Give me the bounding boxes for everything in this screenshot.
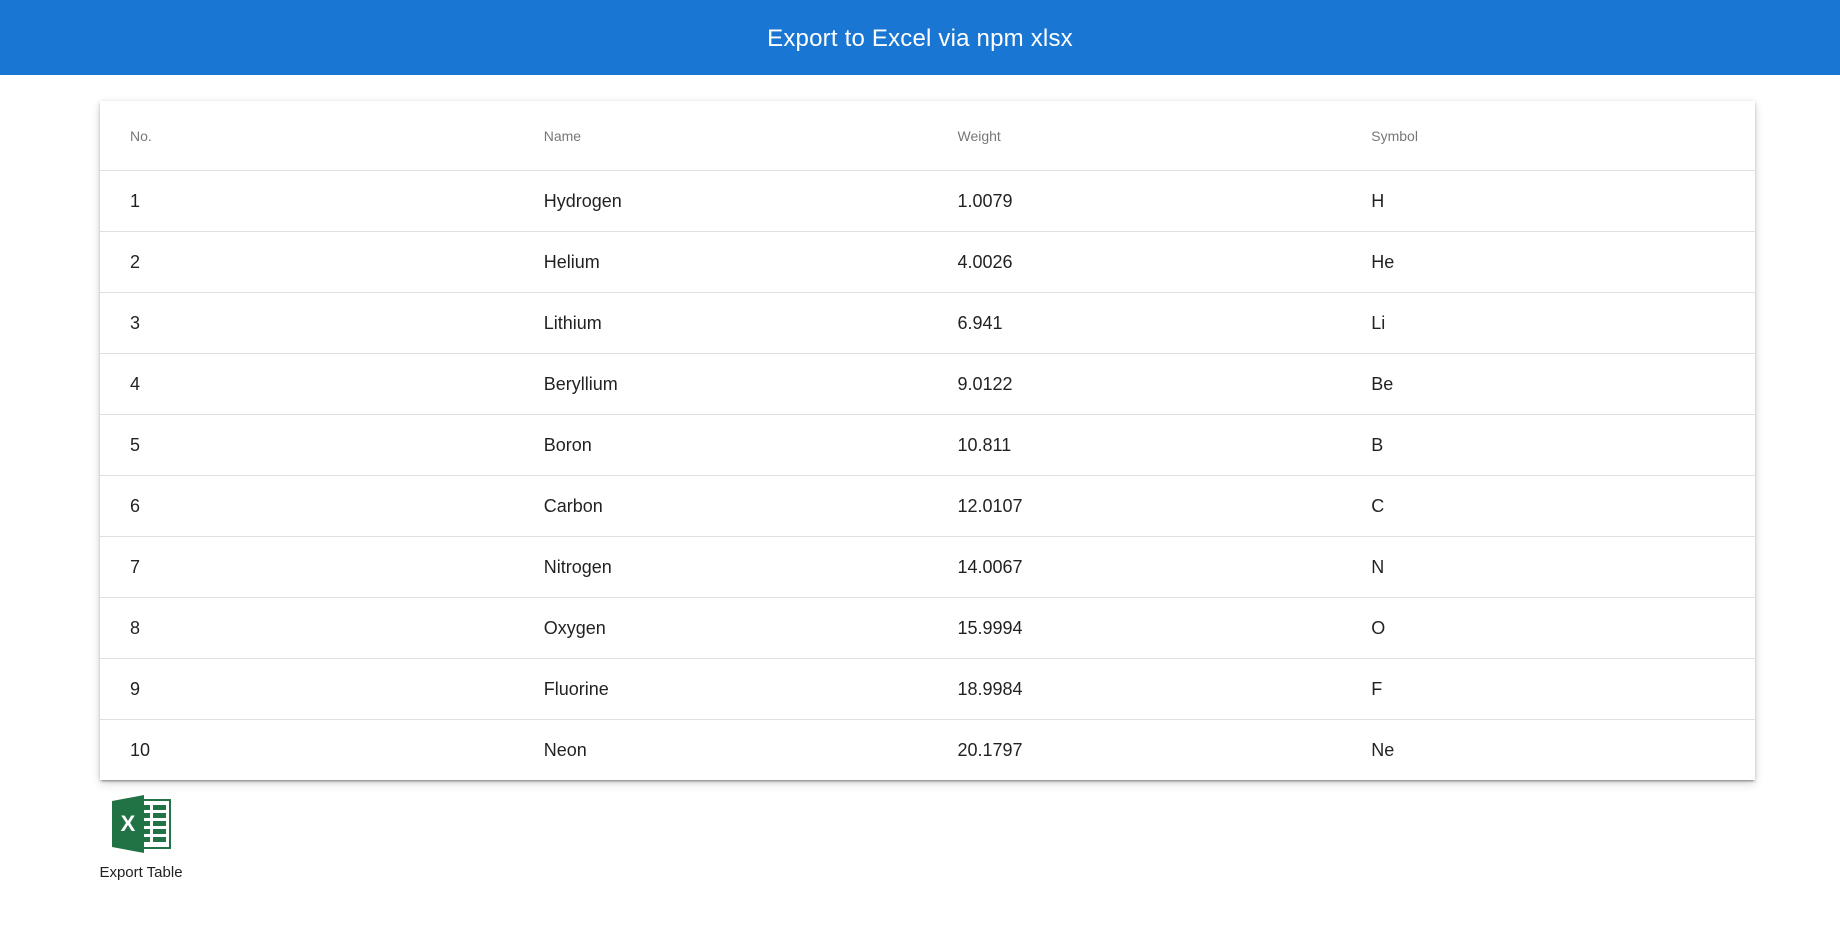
cell-name: Carbon [513, 475, 928, 537]
table-card: No. Name Weight Symbol 1 Hydrogen 1.0079… [100, 101, 1755, 780]
table-row: 4 Beryllium 9.0122 Be [100, 353, 1755, 415]
cell-weight: 6.941 [927, 292, 1342, 354]
cell-weight: 10.811 [927, 414, 1342, 476]
table-row: 10 Neon 20.1797 Ne [100, 720, 1755, 781]
cell-name: Hydrogen [513, 170, 928, 232]
cell-symbol: N [1341, 536, 1755, 598]
table-row: 9 Fluorine 18.9984 F [100, 658, 1755, 720]
cell-weight: 15.9994 [927, 597, 1342, 659]
column-header-weight: Weight [927, 101, 1342, 171]
excel-icon-letter: X [121, 811, 136, 836]
cell-no: 10 [130, 739, 151, 760]
table-row: 2 Helium 4.0026 He [100, 231, 1755, 293]
cell-no: 3 [100, 292, 514, 354]
app-bar: Export to Excel via npm xlsx [0, 0, 1840, 75]
table-row: 8 Oxygen 15.9994 O [100, 597, 1755, 659]
cell-no: 9 [100, 658, 514, 720]
cell-name: Boron [513, 414, 928, 476]
table-row: 1 Hydrogen 1.0079 H [100, 170, 1755, 232]
cell-no: 1 [100, 170, 514, 232]
cell-weight: 14.0067 [927, 536, 1342, 598]
page-title: Export to Excel via npm xlsx [767, 24, 1073, 52]
excel-icon[interactable]: X [110, 795, 172, 853]
cell-symbol: C [1341, 475, 1755, 537]
cell-no: 6 [100, 475, 514, 537]
column-header-name: Name [513, 101, 928, 171]
elements-table: No. Name Weight Symbol 1 Hydrogen 1.0079… [100, 101, 1755, 780]
table-row: 5 Boron 10.811 B [100, 414, 1755, 476]
cell-weight: 20.1797 [957, 739, 1023, 760]
cell-no: 5 [100, 414, 514, 476]
table-header-row: No. Name Weight Symbol [100, 101, 1755, 171]
cell-name: Neon [543, 739, 587, 760]
cell-weight: 18.9984 [927, 658, 1342, 720]
cell-name: Lithium [513, 292, 928, 354]
cell-weight: 9.0122 [927, 353, 1342, 415]
cell-name: Helium [513, 231, 928, 293]
export-table-label: Export Table [99, 864, 183, 881]
cell-symbol: F [1341, 658, 1755, 720]
cell-symbol: Li [1341, 292, 1755, 354]
cell-no: 2 [100, 231, 514, 293]
cell-symbol: He [1341, 231, 1755, 293]
cell-symbol: H [1341, 170, 1755, 232]
cell-no: 7 [100, 536, 514, 598]
export-table-button[interactable]: X Export Table [98, 795, 184, 881]
cell-weight: 12.0107 [927, 475, 1342, 537]
table-row: 6 Carbon 12.0107 C [100, 475, 1755, 537]
table-row: 3 Lithium 6.941 Li [100, 292, 1755, 354]
cell-name: Oxygen [513, 597, 928, 659]
cell-name: Nitrogen [513, 536, 928, 598]
cell-name: Fluorine [513, 658, 928, 720]
column-header-symbol: Symbol [1341, 101, 1755, 171]
cell-weight: 4.0026 [927, 231, 1342, 293]
cell-weight: 1.0079 [927, 170, 1342, 232]
cell-symbol: O [1341, 597, 1755, 659]
cell-no: 8 [100, 597, 514, 659]
cell-name: Beryllium [513, 353, 928, 415]
column-header-no: No. [100, 101, 514, 171]
cell-symbol: B [1341, 414, 1755, 476]
table-row: 7 Nitrogen 14.0067 N [100, 536, 1755, 598]
cell-no: 4 [100, 353, 514, 415]
cell-symbol: Be [1341, 353, 1755, 415]
cell-symbol: Ne [1371, 739, 1395, 760]
